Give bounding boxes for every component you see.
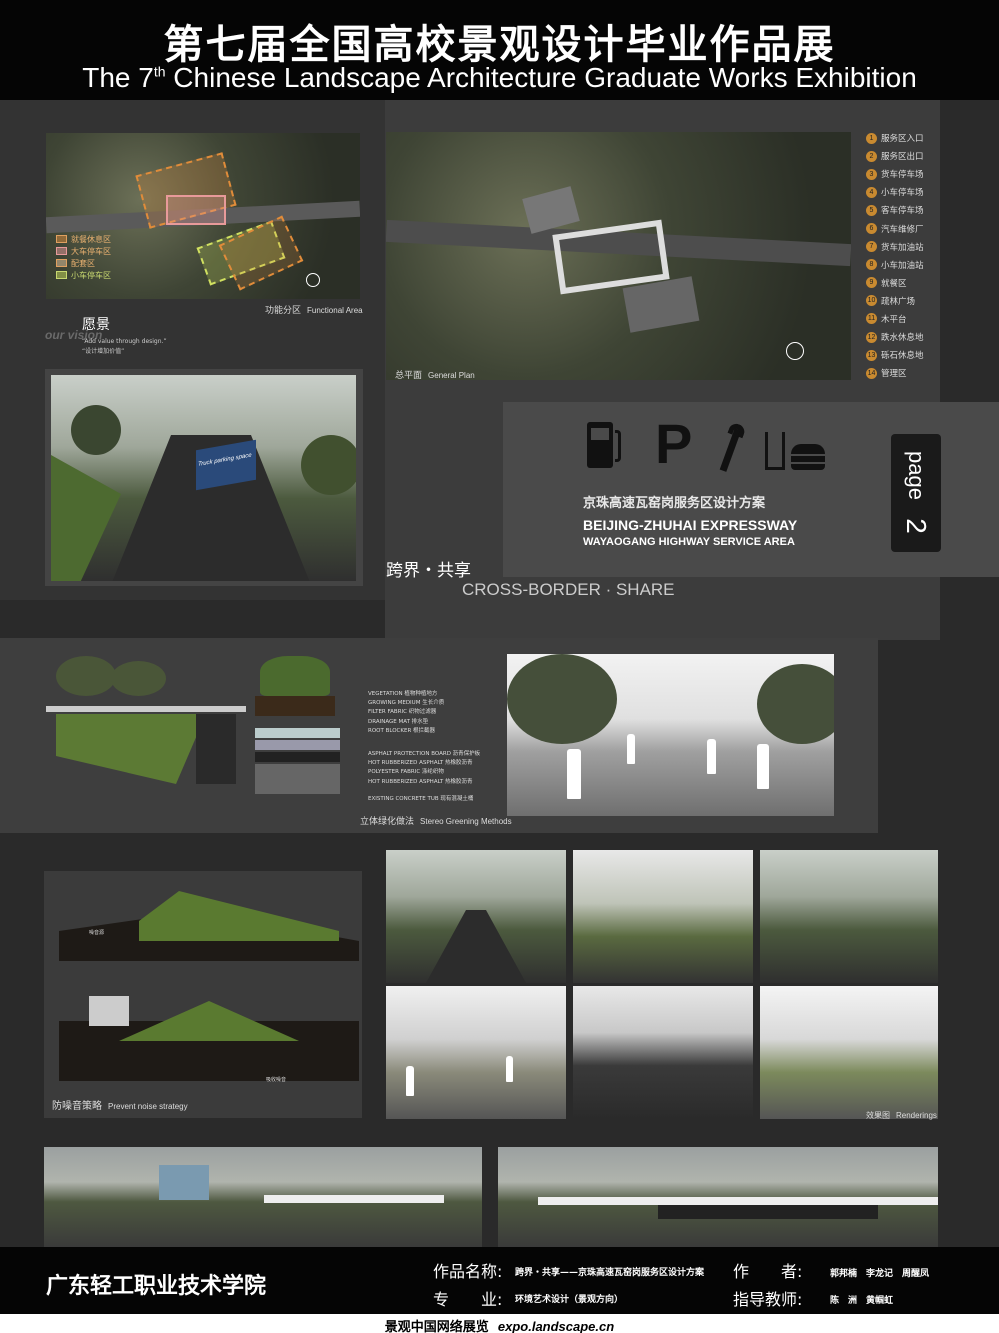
plan-legend-item: 12 跌水休息地 <box>866 331 924 344</box>
plan-legend-item: 9 就餐区 <box>866 274 924 292</box>
work-name-label: 作品名称: <box>433 1262 503 1281</box>
advisor-label: 指导教师: <box>733 1290 803 1309</box>
functional-legend: 就餐休息区 大车停车区 配套区 小车停车区 <box>56 233 111 281</box>
rendering-thumb <box>573 850 753 983</box>
project-title-cn: 京珠高速瓦窑岗服务区设计方案 <box>583 496 766 511</box>
noise-caption: 防噪音策略 Prevent noise strategy <box>52 1101 188 1112</box>
layer-label: VEGETATION 植物种植地方 <box>368 691 438 697</box>
source-credit: 景观中国网络展览 expo.landscape.cn <box>384 1319 615 1333</box>
layer-label: GROWING MEDIUM 生长介质 <box>368 700 445 707</box>
berm-section-2 <box>59 991 359 1081</box>
plan-legend-item: 13 砾石休息地 <box>866 349 924 362</box>
wrench-icon <box>713 421 749 472</box>
noise-absorb-label: 吸收噪音 <box>266 1077 287 1083</box>
advisor-value: 陈 洲 黄帼虹 <box>830 1296 894 1306</box>
parking-icon: P <box>655 412 693 475</box>
plan-legend-item: 14 管理区 <box>866 367 907 380</box>
rendering-thumb <box>386 850 566 983</box>
berm-section-1 <box>59 881 359 961</box>
page-label: page <box>904 450 929 500</box>
rendering-thumb <box>760 850 938 983</box>
major-label: 专 业: <box>433 1290 503 1309</box>
major-value: 环境艺术设计（景观方向） <box>515 1295 624 1305</box>
layer-label: HOT RUBBERIZED ASPHALT 热橡胶沥青 <box>368 778 473 785</box>
functional-area-map: 就餐休息区 大车停车区 配套区 小车停车区 <box>46 133 360 299</box>
general-plan-legend: 1 服务区入口 2 服务区出口 3 货车停车场 4 小车停车场 5 客车停车场 6 汽车维修… <box>866 129 924 382</box>
layer-label: DRAINAGE MAT 排水垫 <box>368 718 429 725</box>
panorama-rendering-2 <box>498 1147 938 1247</box>
north-arrow-icon <box>786 342 804 360</box>
page-tab: page 2 <box>891 434 941 552</box>
exhibition-title-en: The 7th Chinese Landscape Architecture G… <box>82 62 917 93</box>
source-url[interactable]: expo.landscape.cn <box>498 1319 614 1333</box>
legend-item: 小车停车区 <box>56 269 111 281</box>
vision-sub-cn: “设计增加价值” <box>82 348 125 355</box>
project-title-en-1: BEIJING-ZHUHAI EXPRESSWAY <box>583 517 798 533</box>
plan-legend-item: 11 木平台 <box>866 313 907 325</box>
layer-label: ASPHALT PROTECTION BOARD 沥青保护板 <box>368 751 481 758</box>
layer-label: ROOT BLOCKER 根拦截器 <box>368 727 436 734</box>
author-label: 作 者: <box>733 1262 803 1281</box>
layer-label: POLYESTER FABRIC 涤纶织物 <box>368 769 444 776</box>
north-arrow-icon <box>306 273 320 287</box>
layer-label: HOT RUBBERIZED ASPHALT 热橡胶沥青 <box>368 760 473 767</box>
noise-strategy-panel: 噪音源 吸收噪音 <box>44 871 362 1118</box>
renderings-caption: 效果图 Renderings <box>866 1111 937 1120</box>
rendering-thumb <box>573 986 753 1119</box>
plan-legend-item: 2 服务区出口 <box>866 147 924 165</box>
functional-area-caption: 功能分区 Functional Area <box>265 306 363 316</box>
layer-label: FILTER FABRIC 织物过滤器 <box>368 709 437 716</box>
layer-label: EXISTING CONCRETE TUB 现有混凝土桶 <box>368 795 474 802</box>
truck-parking-rendering: Truck parking space <box>51 375 356 581</box>
page-number: 2 <box>901 518 932 534</box>
layer-labels: VEGETATION 植物种植地方 GROWING MEDIUM 生长介质 FI… <box>368 690 480 804</box>
panorama-rendering-1 <box>44 1147 482 1247</box>
overpass-section-illustration <box>46 656 246 786</box>
plan-legend-item: 5 客车停车场 <box>866 201 924 219</box>
rendering-thumb <box>760 986 938 1119</box>
food-icon <box>765 424 825 472</box>
project-title-card: P 京珠高速瓦窑岗服务区设计方案 BEIJING-ZHUHAI EXPRESSW… <box>503 402 999 577</box>
theme-title-en: CROSS-BORDER · SHARE <box>462 580 675 599</box>
fuel-pump-icon <box>585 422 625 470</box>
legend-item: 配套区 <box>56 257 111 269</box>
plan-legend-item: 8 小车加油站 <box>866 256 924 274</box>
plan-legend-item: 10 疏林广场 <box>866 295 916 307</box>
author-value: 郭邦楠 李龙记 周醒凤 <box>830 1269 930 1279</box>
legend-item: 大车停车区 <box>56 245 111 257</box>
legend-item: 就餐休息区 <box>56 233 111 245</box>
general-plan-caption: 总平面 General Plan <box>395 371 475 381</box>
plan-legend-item: 6 汽车维修厂 <box>866 219 924 237</box>
general-plan-map <box>386 132 851 380</box>
plan-legend-item: 4 小车停车场 <box>866 183 924 201</box>
project-title-en-2: WAYAOGANG HIGHWAY SERVICE AREA <box>583 536 795 548</box>
rendering-thumb <box>386 986 566 1119</box>
work-name-value: 跨界・共享——京珠高速瓦窑岗服务区设计方案 <box>515 1268 705 1278</box>
theme-title-cn: 跨界・共享 <box>386 561 471 581</box>
school-name: 广东轻工职业技术学院 <box>46 1274 267 1299</box>
plaza-rendering <box>507 654 834 816</box>
green-roof-layers-illustration <box>250 656 350 806</box>
noise-source-label: 噪音源 <box>89 930 105 936</box>
plan-legend-item: 7 货车加油站 <box>866 238 924 256</box>
plan-legend-item: 1 服务区入口 <box>866 129 924 147</box>
vision-sub-en: “Add value through design.” <box>82 338 167 345</box>
stereo-greening-caption: 立体绿化做法 Stereo Greening Methods <box>360 817 512 827</box>
plan-legend-item: 3 货车停车场 <box>866 165 924 183</box>
